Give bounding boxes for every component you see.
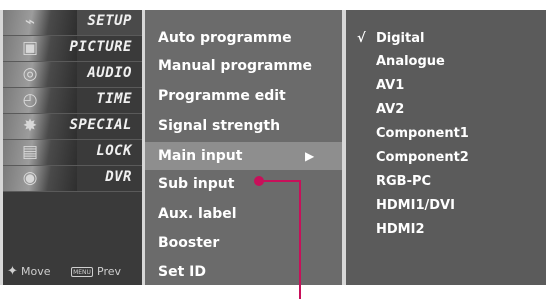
option-label: AV2 [376,102,405,117]
option-label: Digital [376,31,425,46]
sidebar-item-setup[interactable]: ⌁ SETUP [3,10,142,36]
callout-line-horizontal [262,180,301,182]
menu-item-manual-programme[interactable]: Manual programme [145,52,342,80]
tv-setup-screen: ⌁ SETUP ▣ PICTURE ◎ AUDIO ◴ TIME ✸ SPECI… [0,0,546,299]
navigation-legend: ✦ Move MENU Prev [3,263,142,281]
sidebar-item-label: LOCK [96,143,132,159]
menu-item-label: Set ID [158,264,206,280]
sidebar-item-label: SPECIAL [69,117,132,133]
sidebar-item-audio[interactable]: ◎ AUDIO [3,62,142,88]
menu-item-label: Sub input [158,176,235,192]
move-dpad-icon: ✦ [7,264,18,279]
menu-item-aux-label[interactable]: Aux. label [145,200,342,228]
setup-menu: Auto programme Manual programme Programm… [145,10,342,285]
submenu-arrow-icon: ▶ [305,149,315,163]
menu-item-main-input[interactable]: Main input ▶ [145,142,342,170]
sidebar-item-lock[interactable]: ▤ LOCK [3,140,142,166]
film-icon: ▣ [21,38,39,58]
special-badge-icon: ✸ [22,116,38,136]
sidebar-item-label: AUDIO [87,65,132,81]
osd-menu-panel: ⌁ SETUP ▣ PICTURE ◎ AUDIO ◴ TIME ✸ SPECI… [0,10,546,285]
category-sidebar: ⌁ SETUP ▣ PICTURE ◎ AUDIO ◴ TIME ✸ SPECI… [3,10,142,285]
menu-item-auto-programme[interactable]: Auto programme [145,24,342,52]
checkmark-icon: √ [357,31,366,46]
sidebar-item-special[interactable]: ✸ SPECIAL [3,114,142,140]
option-label: RGB-PC [376,174,432,189]
main-input-options: √ Digital Analogue AV1 AV2 Component1 Co… [346,10,546,285]
option-component1[interactable]: Component1 [346,122,546,145]
sidebar-item-label: TIME [96,91,132,107]
option-label: HDMI1/DVI [376,198,455,213]
callout-line-vertical [299,180,301,299]
sidebar-item-label: SETUP [87,13,132,29]
prev-label: Prev [97,265,121,278]
sidebar-item-label: PICTURE [69,39,132,55]
option-analogue[interactable]: Analogue [346,50,546,73]
menu-item-label: Aux. label [158,206,237,222]
speaker-icon: ◎ [22,64,38,84]
menu-item-label: Manual programme [158,58,313,74]
option-hdmi2[interactable]: HDMI2 [346,218,546,241]
menu-item-label: Auto programme [158,30,292,46]
menu-item-sub-input[interactable]: Sub input [145,170,342,198]
option-av2[interactable]: AV2 [346,98,546,121]
disc-icon: ◉ [22,168,38,188]
option-digital[interactable]: √ Digital [346,27,546,50]
option-label: Analogue [376,54,445,69]
sidebar-item-picture[interactable]: ▣ PICTURE [3,36,142,62]
menu-item-label: Booster [158,235,220,251]
sidebar-item-time[interactable]: ◴ TIME [3,88,142,114]
option-label: Component2 [376,150,469,165]
menu-item-booster[interactable]: Booster [145,229,342,257]
antenna-icon: ⌁ [24,12,36,32]
menu-key-icon: MENU [71,267,93,277]
menu-item-set-id[interactable]: Set ID [145,258,342,286]
padlock-icon: ▤ [21,142,39,162]
menu-item-signal-strength[interactable]: Signal strength [145,112,342,140]
clock-icon: ◴ [22,90,38,110]
menu-item-label: Signal strength [158,118,281,134]
option-rgb-pc[interactable]: RGB-PC [346,170,546,193]
move-label: Move [21,265,51,278]
option-label: Component1 [376,126,469,141]
menu-item-label: Programme edit [158,88,286,104]
option-av1[interactable]: AV1 [346,74,546,97]
sidebar-item-dvr[interactable]: ◉ DVR [3,166,142,192]
menu-item-label: Main input [158,148,243,164]
option-component2[interactable]: Component2 [346,146,546,169]
option-label: HDMI2 [376,222,425,237]
option-hdmi1-dvi[interactable]: HDMI1/DVI [346,194,546,217]
option-label: AV1 [376,78,405,93]
menu-item-programme-edit[interactable]: Programme edit [145,82,342,110]
sidebar-item-label: DVR [105,169,132,185]
